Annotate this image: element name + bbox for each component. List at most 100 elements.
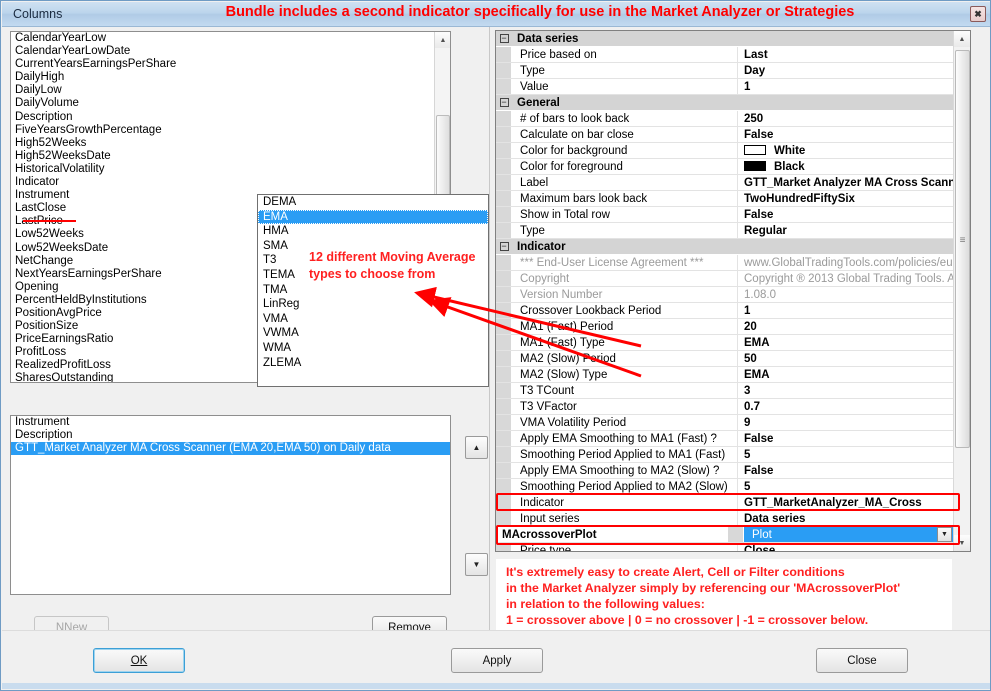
ma-type-option[interactable]: EMA [258, 209, 488, 225]
column-list-item[interactable]: FiveYearsGrowthPercentage [11, 124, 450, 137]
property-value[interactable]: 5 [738, 479, 970, 494]
property-row[interactable]: MA2 (Slow) Period 50 [496, 351, 970, 367]
column-list-item[interactable]: CalendarYearLowDate [11, 45, 450, 58]
property-row[interactable]: Maximum bars look back TwoHundredFiftySix [496, 191, 970, 207]
property-row[interactable]: Smoothing Period Applied to MA1 (Fast) 5 [496, 447, 970, 463]
selected-columns-list[interactable]: Instrument Description GTT_Market Analyzer… [10, 415, 451, 595]
property-value[interactable]: 1 [738, 79, 970, 94]
property-value[interactable]: White [738, 143, 970, 158]
property-value[interactable]: 1 [738, 303, 970, 318]
close-icon[interactable]: ✖ [970, 6, 986, 22]
ma-type-option[interactable]: VMA [258, 312, 488, 327]
collapse-expand-icon[interactable]: − [496, 31, 512, 46]
property-row[interactable]: Type Day [496, 63, 970, 79]
property-row[interactable]: Type Regular [496, 223, 970, 239]
property-value[interactable]: False [738, 463, 970, 478]
property-value[interactable]: MAcrossoverPlot [496, 527, 728, 542]
column-list-item[interactable]: Description [11, 111, 450, 124]
property-value[interactable]: 1.08.0 [738, 287, 970, 302]
property-value[interactable]: Last [738, 47, 970, 62]
scrollbar-thumb[interactable] [436, 115, 450, 205]
property-value[interactable]: 5 [738, 447, 970, 462]
ma-type-option[interactable]: LinReg [258, 297, 488, 312]
property-row[interactable]: VMA Volatility Period 9 [496, 415, 970, 431]
property-row[interactable]: Price type Close [496, 543, 970, 551]
column-list-item[interactable]: CurrentYearsEarningsPerShare [11, 58, 450, 71]
property-row[interactable]: Smoothing Period Applied to MA2 (Slow) 5 [496, 479, 970, 495]
property-value[interactable]: False [738, 127, 970, 142]
column-list-item[interactable]: High52WeeksDate [11, 150, 450, 163]
property-row[interactable]: *** End-User License Agreement *** www.Gl… [496, 255, 970, 271]
column-list-item[interactable]: High52Weeks [11, 137, 450, 150]
property-value[interactable]: False [738, 431, 970, 446]
ma-type-option[interactable]: DEMA [258, 195, 488, 210]
close-button[interactable]: Close [816, 648, 908, 673]
selected-column-item[interactable]: Description [11, 429, 450, 442]
property-value[interactable]: 9 [738, 415, 970, 430]
column-list-item[interactable]: CalendarYearLow [11, 32, 450, 45]
property-value[interactable]: False [738, 207, 970, 222]
scroll-up-icon[interactable]: ▲ [435, 32, 450, 48]
property-value[interactable]: GTT_MarketAnalyzer_MA_Cross [738, 495, 970, 510]
property-value[interactable]: Regular [738, 223, 970, 238]
property-value[interactable]: Data series [738, 511, 970, 526]
chevron-down-icon[interactable]: ▼ [937, 527, 952, 542]
property-row[interactable]: Label GTT_Market Analyzer MA Cross Scanne… [496, 175, 970, 191]
scroll-up-icon[interactable]: ▲ [954, 31, 970, 47]
property-value[interactable]: EMA [738, 335, 970, 350]
scroll-down-icon[interactable]: ▼ [954, 535, 970, 551]
collapse-expand-icon[interactable]: − [496, 95, 512, 110]
property-value[interactable]: Copyright ® 2013 Global Trading Tools. A… [738, 271, 970, 286]
property-row[interactable]: Version Number 1.08.0 [496, 287, 970, 303]
property-row[interactable]: Calculate on bar close False [496, 127, 970, 143]
property-value[interactable]: Black [738, 159, 970, 174]
property-category-header[interactable]: − General [496, 95, 970, 111]
property-grid-scrollbar[interactable]: ▲ ▼ [953, 31, 970, 551]
scrollbar-thumb[interactable] [955, 50, 970, 448]
property-value[interactable]: 20 [738, 319, 970, 334]
column-list-item[interactable]: DailyVolume [11, 97, 450, 110]
property-value[interactable]: Close [738, 543, 970, 551]
property-value[interactable]: 3 [738, 383, 970, 398]
ma-type-dropdown-list[interactable]: DEMA EMA HMA SMA T3 TEMA TMA LinReg VMA VWMA WMA ZL… [257, 194, 489, 387]
property-row[interactable]: Price based on Last [496, 47, 970, 63]
property-row[interactable]: T3 VFactor 0.7 [496, 399, 970, 415]
property-category-header[interactable]: − Indicator [496, 239, 970, 255]
column-list-item[interactable]: DailyHigh [11, 71, 450, 84]
ma-type-option[interactable]: VWMA [258, 326, 488, 341]
property-value[interactable]: www.GlobalTradingTools.com/policies/eula… [738, 255, 970, 270]
property-row[interactable]: Show in Total row False [496, 207, 970, 223]
column-list-item[interactable]: Indicator [11, 176, 450, 189]
property-row[interactable]: Input series Data series [496, 511, 970, 527]
property-value[interactable]: 250 [738, 111, 970, 126]
selected-column-item[interactable]: GTT_Market Analyzer MA Cross Scanner (EM… [11, 442, 450, 456]
ma-type-option[interactable]: TMA [258, 283, 488, 298]
move-up-button[interactable]: ▲ [465, 436, 488, 459]
selected-column-item[interactable]: Instrument [11, 416, 450, 429]
property-row[interactable]: T3 TCount 3 [496, 383, 970, 399]
property-row[interactable]: Copyright Copyright ® 2013 Global Trading… [496, 271, 970, 287]
property-category-header[interactable]: − Data series [496, 31, 970, 47]
property-row[interactable]: Apply EMA Smoothing to MA1 (Fast) ? False [496, 431, 970, 447]
property-value[interactable]: GTT_Market Analyzer MA Cross Scanner [738, 175, 970, 190]
property-value[interactable]: Day [738, 63, 970, 78]
property-row[interactable]: # of bars to look back 250 [496, 111, 970, 127]
property-row[interactable]: MA2 (Slow) Type EMA [496, 367, 970, 383]
property-grid[interactable]: − Data series Price based on Last Type Day Val… [495, 30, 971, 552]
ma-type-option[interactable]: ZLEMA [258, 356, 488, 371]
property-value[interactable]: EMA [738, 367, 970, 382]
apply-button[interactable]: Apply [451, 648, 543, 673]
move-down-button[interactable]: ▼ [465, 553, 488, 576]
property-value[interactable]: TwoHundredFiftySix [738, 191, 970, 206]
column-list-item[interactable]: HistoricalVolatility [11, 163, 450, 176]
property-row[interactable]: Color for foreground Black [496, 159, 970, 175]
property-row[interactable]: Indicator GTT_MarketAnalyzer_MA_Cross [496, 495, 970, 511]
ma-type-option[interactable]: WMA [258, 341, 488, 356]
property-row[interactable]: Crossover Lookback Period 1 [496, 303, 970, 319]
ok-button[interactable]: OK [93, 648, 185, 673]
ma-type-option[interactable]: HMA [258, 224, 488, 239]
property-row[interactable]: MAcrossoverPlot ▼ Plot [496, 527, 970, 543]
property-row[interactable]: MA1 (Fast) Type EMA [496, 335, 970, 351]
property-row[interactable]: MA1 (Fast) Period 20 [496, 319, 970, 335]
property-value[interactable]: 50 [738, 351, 970, 366]
